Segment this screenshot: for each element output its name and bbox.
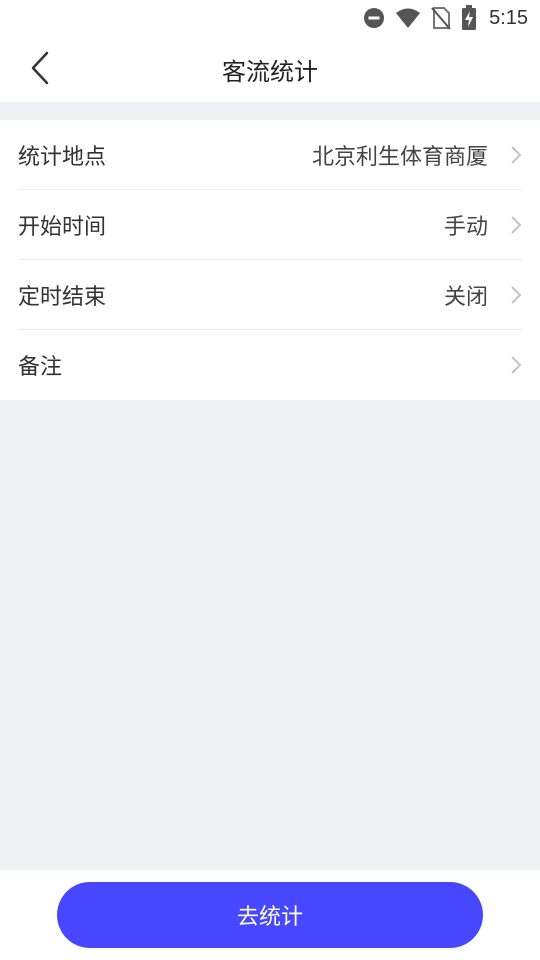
chevron-right-icon: [511, 356, 522, 374]
bottom-bar: 去统计: [0, 870, 540, 960]
back-button[interactable]: [20, 50, 60, 90]
row-value: 关闭: [443, 284, 488, 310]
row-label: 统计地点: [18, 144, 107, 170]
do-not-disturb-icon: [363, 7, 385, 29]
chevron-right-icon: [511, 285, 522, 304]
status-bar: 5:15: [0, 0, 540, 36]
battery-charging-icon: [461, 5, 477, 31]
row-location[interactable]: 统计地点 北京利生体育商厦: [18, 120, 522, 190]
row-start-time[interactable]: 开始时间 手动: [18, 190, 522, 260]
row-label: 备注: [18, 355, 63, 380]
row-value: 手动: [443, 214, 488, 240]
status-time: 5:15: [489, 6, 528, 29]
chevron-right-icon: [511, 215, 522, 234]
wifi-icon: [395, 7, 421, 29]
no-sim-icon: [431, 6, 451, 30]
row-remarks[interactable]: 备注: [18, 330, 522, 400]
chevron-right-icon: [511, 145, 522, 164]
chevron-left-icon: [30, 51, 50, 89]
app-bar: 客流统计: [0, 36, 540, 102]
start-statistics-button[interactable]: 去统计: [57, 882, 483, 948]
page-title: 客流统计: [222, 57, 318, 86]
row-value: 北京利生体育商厦: [311, 144, 488, 170]
settings-list: 统计地点 北京利生体育商厦 开始时间 手动 定时结束 关闭 备注: [0, 120, 540, 400]
row-label: 定时结束: [18, 284, 107, 310]
row-timed-end[interactable]: 定时结束 关闭: [18, 260, 522, 330]
row-label: 开始时间: [18, 214, 107, 240]
